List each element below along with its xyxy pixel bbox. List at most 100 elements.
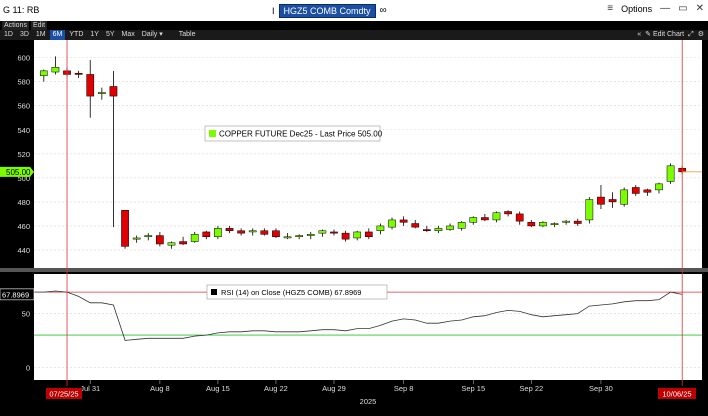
price-y-tick: 560: [17, 102, 30, 111]
menu-row: Actions Edit: [0, 21, 708, 30]
minimize-icon[interactable]: —: [660, 3, 670, 14]
candle-down: [202, 231, 211, 238]
table-button[interactable]: Table: [176, 30, 199, 40]
candle-down: [643, 189, 652, 193]
candle-up: [457, 222, 466, 229]
candle-up: [248, 230, 257, 233]
candle-down: [481, 217, 489, 221]
candle-up: [550, 223, 559, 225]
x-tick-label: Aug 8: [150, 384, 170, 393]
frequency-label: Daily: [141, 31, 158, 38]
candle-down: [237, 230, 245, 234]
title-bar: G 11: RB I HGZ5 COMB Comdty ∞ ≡ Options …: [0, 0, 708, 22]
frequency-dropdown[interactable]: Daily ▾: [139, 30, 166, 40]
ticker-field[interactable]: HGZ5 COMB Comdty: [278, 3, 376, 18]
rsi-last-value-tag: 67.8969: [0, 288, 35, 301]
x-tick-label: Sep 22: [519, 384, 543, 393]
candle-up: [620, 189, 629, 205]
options-menu-icon[interactable]: ≡: [607, 3, 613, 14]
edit-chart-button[interactable]: ✎ Edit Chart: [645, 30, 684, 40]
period-1m-button[interactable]: 1M: [33, 30, 49, 40]
candle-down: [597, 196, 605, 205]
period-1d-button[interactable]: 1D: [1, 30, 16, 40]
restore-icon[interactable]: ▭: [678, 3, 687, 14]
candle-down: [631, 187, 640, 194]
candle-up: [283, 236, 292, 239]
candle-up: [97, 92, 106, 94]
candle-up: [51, 66, 60, 73]
candle-up: [144, 235, 153, 238]
period-1y-button[interactable]: 1Y: [87, 30, 102, 40]
draw-icon[interactable]: ⤢: [688, 30, 694, 40]
rsi-last-value-tag-text: 67.8969: [2, 290, 29, 299]
candle-down: [504, 211, 512, 215]
candle-down: [399, 219, 408, 223]
toolbar-right: « ✎ Edit Chart ⤢ ⚙: [637, 30, 704, 40]
period-5y-button[interactable]: 5Y: [103, 30, 118, 40]
actions-menu[interactable]: Actions: [2, 21, 29, 30]
candle-down: [260, 230, 269, 235]
x-tick-label: Sep 8: [394, 384, 414, 393]
link-icon[interactable]: ∞: [380, 5, 387, 16]
candle-up: [376, 225, 385, 231]
rsi-legend-swatch: [211, 289, 217, 295]
edit-menu[interactable]: Edit: [30, 21, 48, 30]
x-tick-label: Sep 30: [589, 384, 613, 393]
period-6m-button[interactable]: 6M: [49, 30, 66, 40]
candle-up: [539, 222, 547, 227]
end-date-label: 10/06/25: [658, 388, 696, 399]
window-controls: ≡ Options — ▭ ✕: [607, 3, 704, 14]
candle-down: [411, 223, 420, 228]
candle-down: [74, 72, 83, 75]
candle-up: [353, 231, 362, 239]
candle-up: [562, 220, 570, 223]
period-ytd-button[interactable]: YTD: [66, 30, 86, 40]
settings-icon[interactable]: ⚙: [698, 30, 704, 40]
candle-up: [446, 225, 454, 230]
collapse-icon[interactable]: «: [637, 30, 641, 40]
candle-up: [666, 165, 675, 182]
rsi-y-tick: 0: [26, 363, 30, 372]
candle-down: [272, 230, 280, 238]
candle-up: [492, 212, 501, 221]
candle-down: [330, 231, 338, 234]
price-y-tick: 540: [17, 126, 30, 135]
x-tick-label: Aug 15: [206, 384, 230, 393]
options-button[interactable]: Options: [621, 4, 652, 14]
candle-up: [388, 219, 396, 228]
candle-down: [341, 232, 350, 240]
x-tick-label: Aug 29: [322, 384, 346, 393]
candle-down: [573, 220, 582, 224]
window-title: G 11: RB: [3, 5, 40, 15]
x-axis-year: 2025: [360, 397, 377, 406]
period-3d-button[interactable]: 3D: [17, 30, 32, 40]
candle-down: [225, 228, 234, 231]
price-legend-text: COPPER FUTURE Dec25 - Last Price 505.00: [219, 130, 383, 139]
chart-area[interactable]: 600580560540520500480460440 COPPER FUTUR…: [0, 40, 708, 416]
candle-up: [214, 228, 222, 238]
price-y-tick: 440: [17, 246, 30, 255]
x-tick-label: Jul 31: [80, 384, 100, 393]
candle-down: [121, 210, 129, 247]
candle-down: [422, 229, 431, 231]
candle-up: [318, 230, 327, 234]
panel-divider[interactable]: [0, 268, 708, 272]
start-date-label: 07/25/25: [46, 388, 82, 399]
candle-down: [608, 199, 617, 203]
candle-down: [156, 235, 164, 245]
candle-up: [132, 237, 141, 240]
chevron-down-icon: ▾: [159, 31, 163, 38]
candle-up: [655, 183, 663, 191]
period-max-button[interactable]: Max: [119, 30, 138, 40]
pencil-icon: ✎: [645, 31, 652, 38]
candle-up: [167, 242, 176, 246]
start-date-text: 07/25/25: [49, 390, 78, 399]
x-tick-label: Aug 22: [264, 384, 288, 393]
last-price-tag-text: 505.00: [6, 168, 31, 177]
candle-up: [190, 234, 199, 242]
candle-down: [86, 74, 95, 97]
close-icon[interactable]: ✕: [696, 3, 704, 14]
price-y-tick: 580: [17, 78, 30, 87]
candle-up: [434, 228, 443, 231]
price-y-axis: 600580560540520500480460440: [17, 54, 30, 255]
